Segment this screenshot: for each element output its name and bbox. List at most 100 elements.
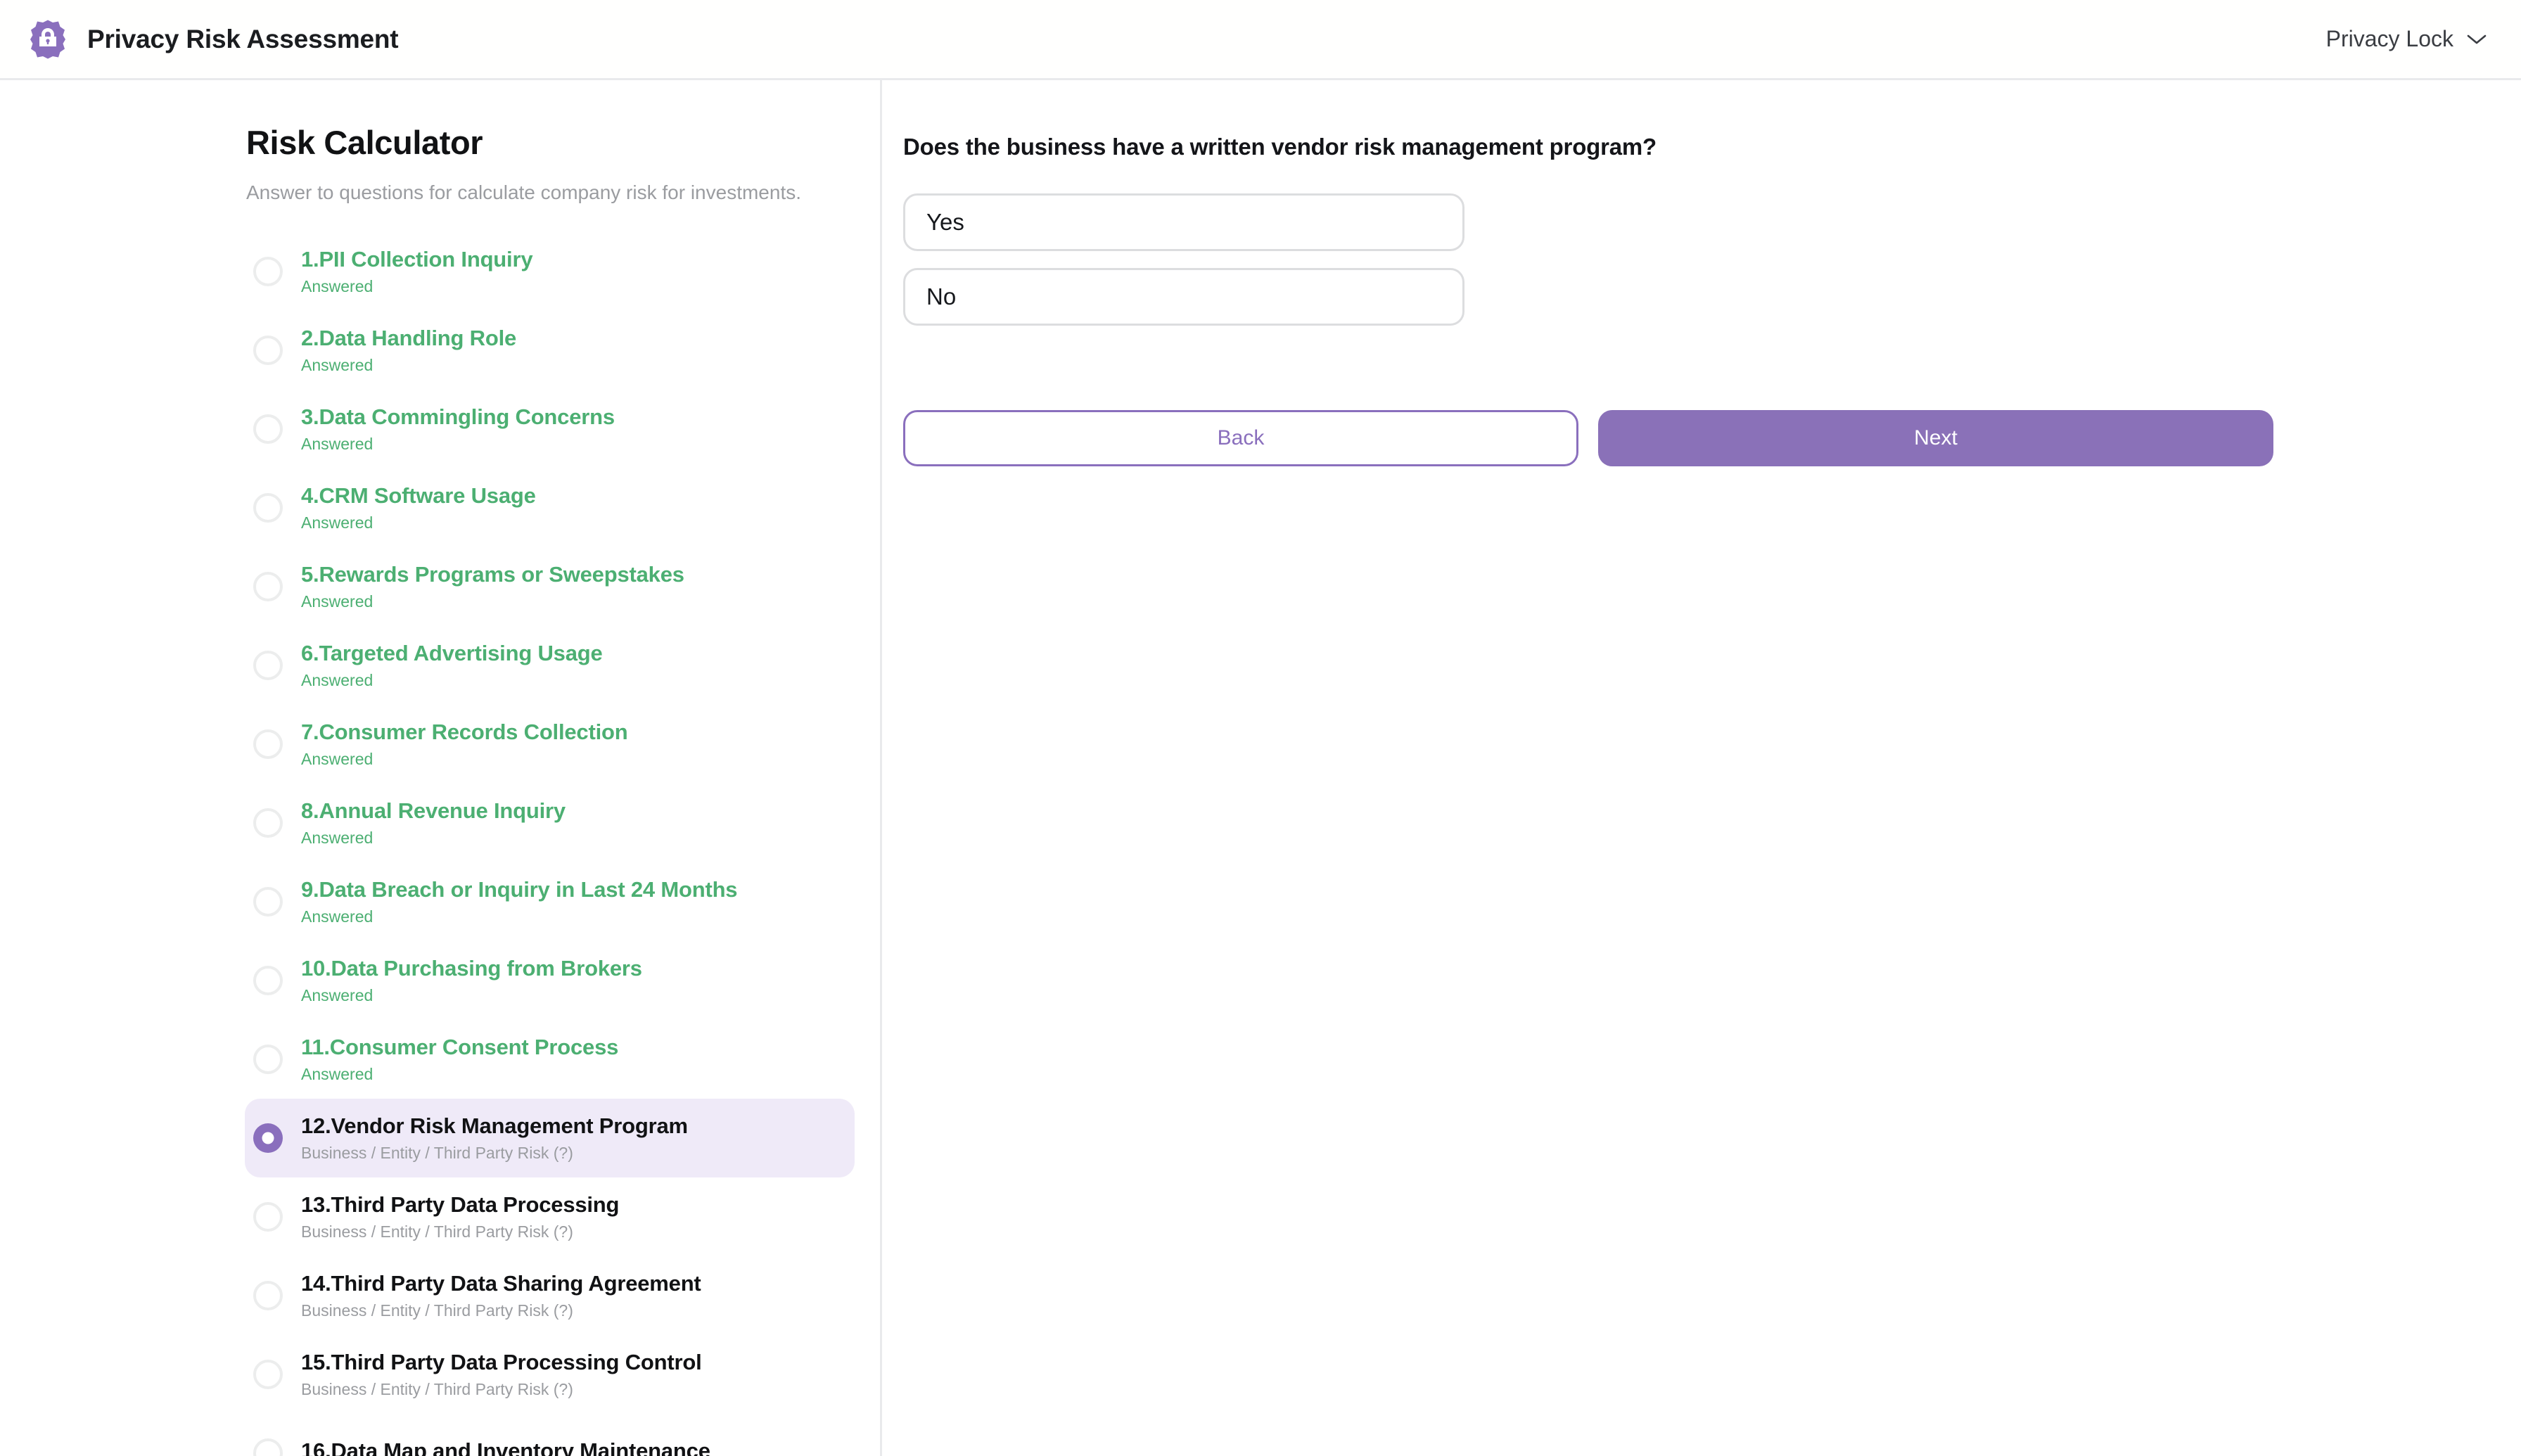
page-subtitle: Answer to questions for calculate compan… (246, 181, 802, 203)
question-list-item[interactable]: 10.Data Purchasing from Brokers Answered (245, 941, 855, 1020)
question-text: 9.Data Breach or Inquiry in Last 24 Mont… (301, 877, 738, 926)
question-text: 5.Rewards Programs or Sweepstakes Answere… (301, 562, 684, 611)
next-button[interactable]: Next (1598, 410, 2273, 466)
question-item-title: 8.Annual Revenue Inquiry (301, 798, 566, 823)
question-item-title: 3.Data Commingling Concerns (301, 404, 615, 429)
question-list-item[interactable]: 13.Third Party Data Processing Business /… (245, 1177, 855, 1256)
question-list-item[interactable]: 14.Third Party Data Sharing Agreement Bus… (245, 1256, 855, 1335)
question-item-title: 13.Third Party Data Processing (301, 1192, 620, 1217)
question-list-item[interactable]: 1.PII Collection Inquiry Answered (245, 232, 855, 311)
question-list: 1.PII Collection Inquiry Answered 2.Data H… (0, 232, 880, 1456)
question-list-item[interactable]: 6.Targeted Advertising Usage Answered (245, 626, 855, 705)
question-text: 15.Third Party Data Processing Control Bu… (301, 1350, 702, 1399)
radio-icon[interactable] (253, 1360, 283, 1389)
question-item-title: 11.Consumer Consent Process (301, 1035, 619, 1059)
question-item-status: Business / Entity / Third Party Risk (?) (301, 1380, 573, 1398)
question-item-title: 12.Vendor Risk Management Program (301, 1113, 688, 1138)
privacy-lock-badge-icon (27, 18, 69, 60)
question-item-title: 16.Data Map and Inventory Maintenance (301, 1438, 710, 1456)
question-item-title: 7.Consumer Records Collection (301, 720, 628, 744)
question-item-status: Answered (301, 592, 374, 611)
answer-option[interactable]: Yes (903, 193, 1464, 251)
question-item-title: 6.Targeted Advertising Usage (301, 641, 603, 665)
question-item-status: Answered (301, 671, 374, 689)
question-item-title: 14.Third Party Data Sharing Agreement (301, 1271, 701, 1296)
risk-calculator-panel: Risk Calculator Answer to questions for … (0, 80, 880, 1456)
back-button[interactable]: Back (903, 410, 1578, 466)
question-list-item[interactable]: 5.Rewards Programs or Sweepstakes Answere… (245, 547, 855, 626)
question-list-item[interactable]: 11.Consumer Consent Process Answered (245, 1020, 855, 1099)
question-text: 4.CRM Software Usage Answered (301, 483, 536, 532)
question-text: 12.Vendor Risk Management Program Busines… (301, 1113, 688, 1163)
radio-icon[interactable] (253, 1281, 283, 1310)
account-name: Privacy Lock (2325, 26, 2453, 51)
question-prompt: Does the business have a written vendor … (903, 134, 1657, 160)
answer-option-label: Yes (926, 209, 964, 235)
radio-icon[interactable] (253, 808, 283, 838)
question-text: 11.Consumer Consent Process Answered (301, 1035, 618, 1084)
question-item-status: Answered (301, 356, 374, 374)
radio-icon[interactable] (253, 887, 283, 917)
question-list-item[interactable]: 9.Data Breach or Inquiry in Last 24 Mont… (245, 862, 855, 941)
question-item-status: Business / Entity / Third Party Risk (?) (301, 1222, 573, 1241)
radio-icon[interactable] (253, 336, 283, 365)
navigation-buttons: Back Next (903, 410, 2521, 466)
radio-icon[interactable] (253, 651, 283, 680)
app-title: Privacy Risk Assessment (87, 24, 399, 53)
radio-icon[interactable] (253, 1045, 283, 1074)
question-text: 2.Data Handling Role Answered (301, 326, 516, 375)
question-item-title: 15.Third Party Data Processing Control (301, 1350, 702, 1374)
radio-icon[interactable] (253, 414, 283, 444)
question-item-status: Answered (301, 435, 374, 453)
radio-icon[interactable] (253, 729, 283, 759)
question-list-item[interactable]: 2.Data Handling Role Answered (245, 311, 855, 390)
question-detail-panel: Does the business have a written vendor … (882, 80, 2521, 1456)
radio-icon[interactable] (253, 1438, 283, 1456)
app-header: Privacy Risk Assessment Privacy Lock (0, 0, 2521, 80)
question-list-item[interactable]: 15.Third Party Data Processing Control Bu… (245, 1335, 855, 1414)
question-item-title: 4.CRM Software Usage (301, 483, 536, 508)
question-item-status: Answered (301, 513, 374, 532)
page-title: Risk Calculator (246, 124, 483, 161)
question-item-status: Business / Entity / Third Party Risk (?) (301, 1144, 573, 1162)
question-item-status: Answered (301, 907, 374, 926)
question-list-item[interactable]: 4.CRM Software Usage Answered (245, 468, 855, 547)
question-text: 8.Annual Revenue Inquiry Answered (301, 798, 566, 848)
radio-icon[interactable] (253, 572, 283, 601)
brand: Privacy Risk Assessment (0, 18, 399, 60)
account-menu[interactable]: Privacy Lock (2326, 26, 2521, 52)
answer-option[interactable]: No (903, 268, 1464, 326)
question-list-item[interactable]: 7.Consumer Records Collection Answered (245, 705, 855, 784)
question-item-title: 1.PII Collection Inquiry (301, 247, 533, 272)
question-item-title: 5.Rewards Programs or Sweepstakes (301, 562, 684, 587)
question-text: 13.Third Party Data Processing Business /… (301, 1192, 619, 1241)
question-list-item[interactable]: 8.Annual Revenue Inquiry Answered (245, 784, 855, 862)
question-text: 16.Data Map and Inventory Maintenance (301, 1438, 710, 1456)
question-item-status: Answered (301, 829, 374, 847)
question-text: 7.Consumer Records Collection Answered (301, 720, 628, 769)
question-text: 6.Targeted Advertising Usage Answered (301, 641, 603, 690)
radio-icon[interactable] (253, 1202, 283, 1232)
radio-icon[interactable] (253, 257, 283, 286)
radio-icon[interactable] (253, 1123, 283, 1153)
question-text: 14.Third Party Data Sharing Agreement Bus… (301, 1271, 701, 1320)
question-item-status: Answered (301, 750, 374, 768)
question-item-status: Answered (301, 1065, 374, 1083)
question-item-title: 10.Data Purchasing from Brokers (301, 956, 642, 981)
answer-option-label: No (926, 283, 957, 309)
question-item-title: 2.Data Handling Role (301, 326, 517, 350)
question-list-item[interactable]: 12.Vendor Risk Management Program Busines… (245, 1099, 855, 1177)
question-list-item[interactable]: 3.Data Commingling Concerns Answered (245, 390, 855, 468)
question-item-title: 9.Data Breach or Inquiry in Last 24 Mont… (301, 877, 738, 902)
radio-icon[interactable] (253, 966, 283, 995)
radio-icon[interactable] (253, 493, 283, 523)
answer-option-list: Yes No (903, 193, 2521, 326)
question-text: 3.Data Commingling Concerns Answered (301, 404, 615, 454)
chevron-down-icon (2466, 33, 2487, 46)
question-list-item[interactable]: 16.Data Map and Inventory Maintenance (245, 1414, 855, 1456)
question-item-status: Answered (301, 986, 374, 1004)
question-item-status: Business / Entity / Third Party Risk (?) (301, 1301, 573, 1320)
question-item-status: Answered (301, 277, 374, 295)
question-text: 10.Data Purchasing from Brokers Answered (301, 956, 642, 1005)
question-text: 1.PII Collection Inquiry Answered (301, 247, 533, 296)
